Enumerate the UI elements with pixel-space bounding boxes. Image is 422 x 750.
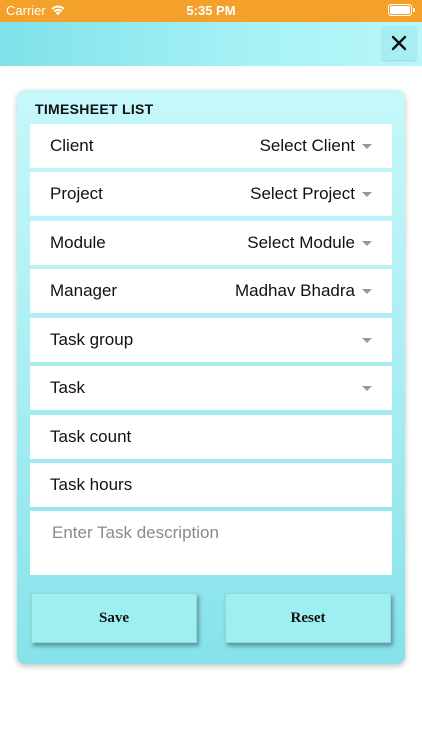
field-value: Madhav Bhadra [234, 281, 355, 300]
chevron-down-icon [362, 240, 372, 246]
status-bar: Carrier 5:35 PM [0, 0, 422, 22]
battery-icon [388, 4, 415, 16]
task-group-dropdown[interactable]: Task group [30, 318, 392, 362]
reset-button[interactable]: Reset [225, 593, 391, 643]
app-header: Carrier 5:35 PM [0, 0, 422, 66]
field-label: Project [50, 184, 103, 203]
chevron-down-icon [362, 191, 372, 197]
manager-dropdown[interactable]: Manager Madhav Bhadra [30, 269, 392, 313]
chevron-down-icon [362, 143, 372, 149]
field-label: Client [50, 136, 94, 155]
field-label: Task [50, 378, 85, 397]
status-time: 5:35 PM [186, 3, 236, 18]
project-dropdown[interactable]: Project Select Project [30, 172, 392, 216]
task-count-field[interactable]: Task count [30, 415, 392, 459]
form-title: TIMESHEET LIST [35, 101, 154, 117]
close-button[interactable] [382, 26, 416, 60]
field-label: Task hours [50, 475, 133, 494]
save-button[interactable]: Save [31, 593, 197, 643]
field-value: Select Client [259, 136, 355, 155]
field-value: Select Project [250, 184, 355, 203]
client-dropdown[interactable]: Client Select Client [30, 124, 392, 168]
task-description-input[interactable]: Enter Task description [30, 511, 392, 575]
task-dropdown[interactable]: Task [30, 366, 392, 410]
chevron-down-icon [362, 337, 372, 343]
chevron-down-icon [362, 288, 372, 294]
field-label: Task group [50, 330, 134, 349]
chevron-down-icon [362, 385, 372, 391]
field-label: Manager [50, 281, 118, 300]
field-label: Task count [50, 427, 132, 446]
close-icon [391, 35, 407, 51]
field-value: Select Module [247, 233, 355, 252]
field-label: Module [50, 233, 106, 252]
timesheet-form-card: TIMESHEET LIST Client Select Client Proj… [17, 90, 405, 664]
module-dropdown[interactable]: Module Select Module [30, 221, 392, 265]
task-hours-field[interactable]: Task hours [30, 463, 392, 507]
